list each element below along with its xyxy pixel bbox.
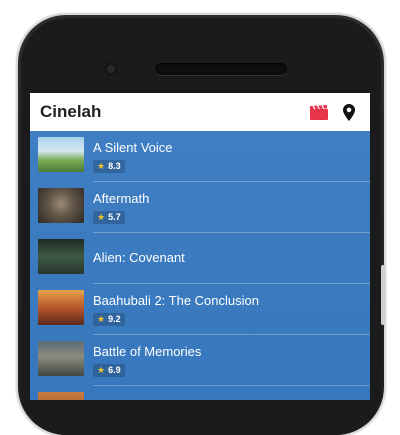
clapperboard-icon[interactable] xyxy=(308,101,330,123)
star-icon: ★ xyxy=(97,211,106,222)
movie-poster xyxy=(38,137,84,172)
movie-title: A Silent Voice xyxy=(93,139,173,155)
app-screen: Cinelah A Silent Voice ★ 8.3 Aftermath ★… xyxy=(30,93,370,400)
list-item[interactable]: A Silent Voice ★ 8.3 xyxy=(30,131,370,182)
rating-badge: ★ 6.9 xyxy=(93,363,125,377)
movie-title: Aftermath xyxy=(93,190,150,206)
movie-title: Baahubali 2: The Conclusion xyxy=(93,292,259,308)
star-icon: ★ xyxy=(97,313,106,324)
list-item[interactable]: Alien: Covenant xyxy=(30,233,370,284)
app-bar: Cinelah xyxy=(30,93,370,131)
rating-badge: ★ 5.7 xyxy=(93,210,125,224)
list-item[interactable] xyxy=(30,386,370,400)
movie-poster xyxy=(38,392,84,400)
star-icon: ★ xyxy=(97,364,106,375)
movie-poster xyxy=(38,239,84,274)
earpiece-speaker xyxy=(155,63,287,75)
rating-value: 9.2 xyxy=(108,314,121,324)
movie-poster xyxy=(38,290,84,325)
movie-title: Alien: Covenant xyxy=(93,250,185,265)
rating-badge: ★ 8.3 xyxy=(93,159,125,173)
movie-list: A Silent Voice ★ 8.3 Aftermath ★ 5.7 Ali… xyxy=(30,131,370,400)
front-camera xyxy=(104,62,118,76)
list-item[interactable]: Aftermath ★ 5.7 xyxy=(30,182,370,233)
side-button xyxy=(381,265,385,325)
movie-poster xyxy=(38,341,84,376)
list-item[interactable]: Baahubali 2: The Conclusion ★ 9.2 xyxy=(30,284,370,335)
rating-value: 6.9 xyxy=(108,365,121,375)
list-item[interactable]: Battle of Memories ★ 6.9 xyxy=(30,335,370,386)
map-pin-icon[interactable] xyxy=(338,101,360,123)
star-icon: ★ xyxy=(97,160,106,171)
movie-poster xyxy=(38,188,84,223)
movie-title: Battle of Memories xyxy=(93,343,202,359)
rating-value: 5.7 xyxy=(108,212,121,222)
rating-badge: ★ 9.2 xyxy=(93,312,125,326)
rating-value: 8.3 xyxy=(108,161,121,171)
app-title: Cinelah xyxy=(40,102,102,121)
